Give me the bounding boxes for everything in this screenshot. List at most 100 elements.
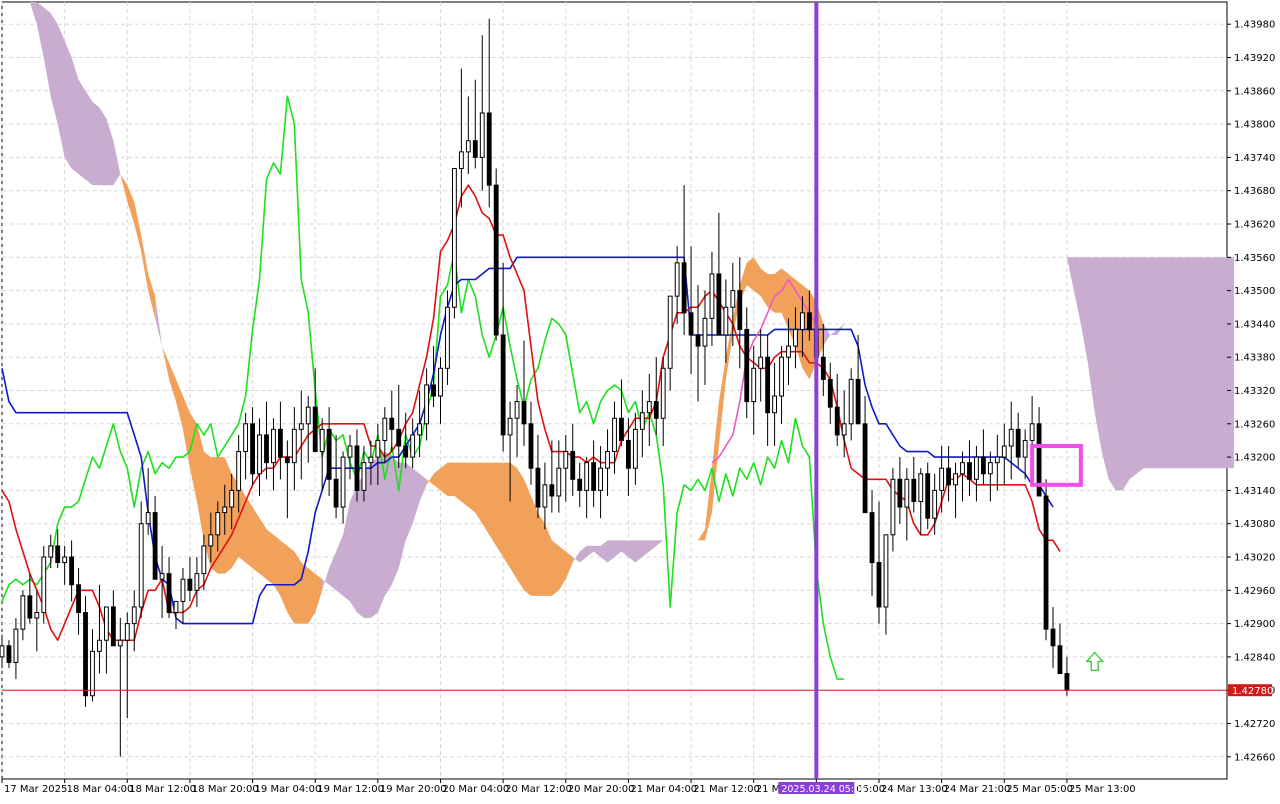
candle-bullish bbox=[709, 273, 715, 319]
x-tick-label: 18 Mar 12:00 bbox=[129, 784, 196, 795]
candle-bullish bbox=[445, 306, 450, 369]
candle-bullish bbox=[208, 534, 214, 547]
candle-bullish bbox=[563, 451, 569, 469]
x-tick-label: 25 Mar 05:00 bbox=[1006, 784, 1073, 795]
candle-bearish bbox=[806, 312, 812, 330]
candle-bullish bbox=[173, 600, 179, 614]
candle-bullish bbox=[660, 367, 666, 419]
candle-bullish bbox=[34, 612, 40, 619]
candle-bullish bbox=[1022, 439, 1028, 458]
y-tick-label: 1.43920 bbox=[1234, 53, 1275, 64]
candle-bearish bbox=[591, 462, 597, 491]
candle-bearish bbox=[626, 439, 631, 469]
candle-bullish bbox=[97, 639, 102, 652]
candle-bearish bbox=[83, 612, 88, 697]
candle-bearish bbox=[577, 478, 583, 491]
candle-bullish bbox=[0, 645, 5, 658]
x-tick-label: 21 Mar 12:00 bbox=[693, 784, 760, 795]
candle-bullish bbox=[305, 406, 311, 425]
candle-bullish bbox=[772, 395, 777, 414]
candle-bullish bbox=[458, 151, 464, 170]
candle-bearish bbox=[862, 423, 868, 514]
candle-bearish bbox=[354, 445, 360, 491]
candle-bullish bbox=[271, 428, 276, 464]
candle-bearish bbox=[6, 645, 12, 663]
candle-bullish bbox=[507, 417, 513, 436]
candle-bullish bbox=[41, 556, 47, 613]
candle-bullish bbox=[786, 345, 791, 358]
candle-bearish bbox=[855, 378, 861, 425]
candle-bearish bbox=[570, 451, 576, 480]
candle-bullish bbox=[556, 467, 562, 497]
candle-bearish bbox=[1015, 428, 1021, 458]
candle-bearish bbox=[389, 417, 395, 430]
candle-bullish bbox=[751, 367, 757, 403]
candle-bullish bbox=[124, 623, 130, 641]
candle-bearish bbox=[312, 406, 318, 453]
candle-bullish bbox=[605, 451, 610, 469]
candle-bullish bbox=[848, 378, 854, 425]
candle-bullish bbox=[883, 534, 889, 608]
x-tick-label: 18 Mar 04:00 bbox=[67, 784, 134, 795]
candle-bullish bbox=[340, 456, 346, 508]
candle-bullish bbox=[960, 462, 965, 475]
candle-bullish bbox=[375, 439, 381, 458]
candle-bearish bbox=[765, 356, 771, 414]
candle-bearish bbox=[695, 334, 701, 347]
candle-bearish bbox=[876, 562, 882, 608]
candle-bullish bbox=[103, 606, 109, 641]
candle-bearish bbox=[500, 334, 506, 436]
candle-bearish bbox=[688, 312, 694, 336]
y-tick-label: 1.43680 bbox=[1234, 186, 1275, 197]
x-tick-label: 20 Mar 04:00 bbox=[442, 784, 509, 795]
candle-bullish bbox=[987, 462, 993, 475]
candle-bullish bbox=[20, 595, 26, 630]
candle-bullish bbox=[117, 639, 123, 647]
y-tick-label: 1.43260 bbox=[1234, 419, 1275, 430]
candle-bearish bbox=[152, 512, 158, 580]
grid bbox=[1, 1, 1228, 780]
candle-bullish bbox=[138, 523, 144, 608]
candle-bearish bbox=[250, 423, 255, 475]
candle-bearish bbox=[681, 262, 687, 314]
x-tick-label: 24 Mar 13:00 bbox=[881, 784, 948, 795]
candle-bullish bbox=[452, 168, 457, 308]
candle-bearish bbox=[1057, 645, 1063, 675]
candle-bearish bbox=[521, 401, 527, 425]
candle-bullish bbox=[667, 295, 673, 369]
candle-bullish bbox=[1008, 428, 1014, 447]
candle-bullish bbox=[918, 473, 924, 502]
y-tick-label: 1.42660 bbox=[1234, 752, 1275, 763]
y-tick-label: 1.43860 bbox=[1234, 86, 1275, 97]
candle-bullish bbox=[904, 478, 910, 508]
candle-bullish bbox=[932, 489, 938, 519]
candle-bullish bbox=[1001, 445, 1007, 458]
candle-bearish bbox=[493, 184, 499, 336]
x-tick-label: 19 Mar 12:00 bbox=[317, 784, 384, 795]
candle-bullish bbox=[194, 573, 200, 591]
x-tick-label: 19 Mar 04:00 bbox=[255, 784, 322, 795]
x-tick-label: 19 Mar 20:00 bbox=[380, 784, 447, 795]
candle-bearish bbox=[1050, 628, 1056, 647]
candle-bullish bbox=[159, 573, 165, 580]
candle-bullish bbox=[674, 262, 680, 297]
y-tick-label: 1.42840 bbox=[1234, 652, 1275, 663]
candle-bullish bbox=[479, 112, 485, 158]
candle-bearish bbox=[472, 140, 478, 158]
candle-bullish bbox=[646, 401, 652, 414]
candle-bearish bbox=[166, 573, 172, 614]
y-tick-label: 1.43620 bbox=[1234, 220, 1275, 231]
y-tick-label: 1.42960 bbox=[1234, 586, 1275, 597]
candle-bearish bbox=[925, 473, 931, 519]
x-tick-label: 24 Mar 21:00 bbox=[944, 784, 1011, 795]
candle-bearish bbox=[1043, 495, 1049, 630]
candle-bullish bbox=[953, 473, 958, 486]
candle-bullish bbox=[974, 456, 979, 480]
candle-bearish bbox=[27, 595, 33, 619]
time-marker-label: 2025.03.24 05:00 bbox=[781, 784, 866, 795]
y-tick-label: 1.43140 bbox=[1234, 486, 1275, 497]
y-tick-label: 1.43500 bbox=[1234, 286, 1275, 297]
candle-bullish bbox=[347, 445, 353, 458]
candle-bullish bbox=[841, 423, 847, 436]
x-tick-label: 20 Mar 12:00 bbox=[505, 784, 572, 795]
